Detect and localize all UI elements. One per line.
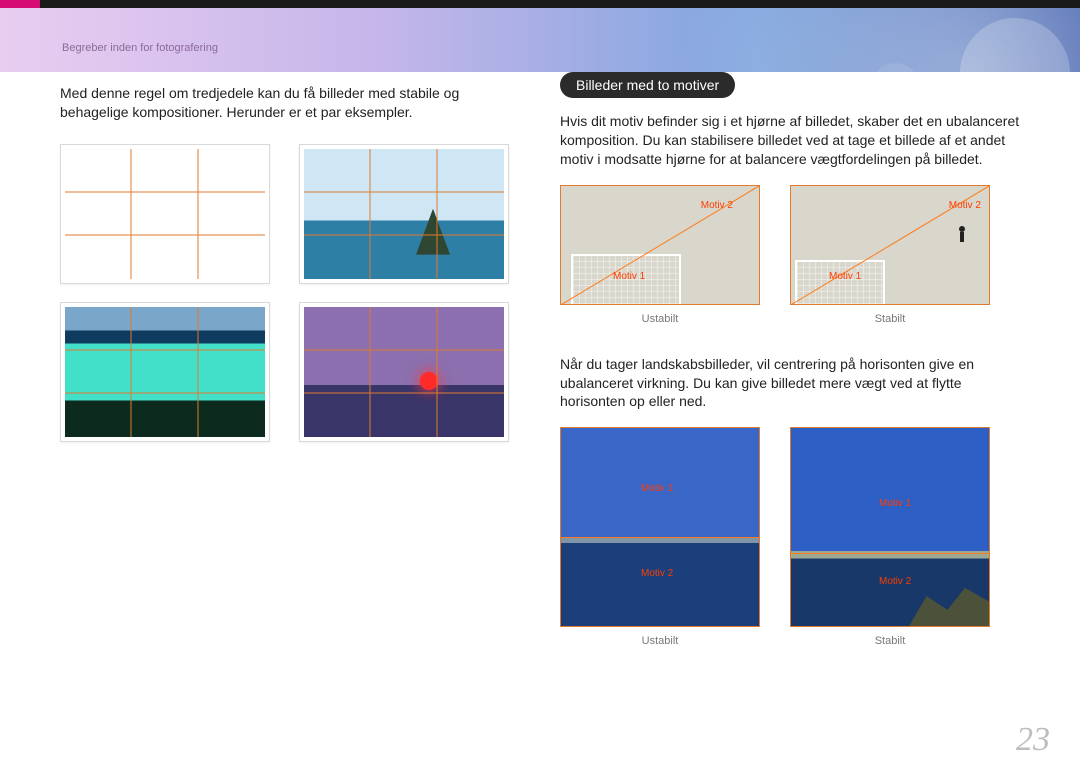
example-card: Motiv 1 Motiv 2 Stabilt <box>790 185 990 325</box>
example-card: Motiv 1 Motiv 2 Ustabilt <box>560 185 760 325</box>
example-thumb <box>299 144 509 284</box>
intro-text: Med denne regel om tredjedele kan du få … <box>60 84 520 122</box>
caption: Ustabilt <box>560 635 760 647</box>
caption: Ustabilt <box>560 313 760 325</box>
caption: Stabilt <box>790 313 990 325</box>
motiv-label: Motiv 1 <box>829 271 861 282</box>
card-image: Motiv 1 Motiv 2 <box>560 427 760 627</box>
thumb-image <box>304 307 504 437</box>
section-heading-pill: Billeder med to motiver <box>560 72 735 98</box>
card-image: Motiv 1 Motiv 2 <box>790 427 990 627</box>
page-body: Med denne regel om tredjedele kan du få … <box>0 72 1080 765</box>
thumb-image <box>65 149 265 279</box>
example-thumb <box>299 302 509 442</box>
rocks-shape <box>909 571 989 626</box>
motiv-label: Motiv 2 <box>879 576 911 587</box>
section-label: Begreber inden for fotografering <box>62 42 218 54</box>
example-thumb <box>60 144 270 284</box>
accent-strip <box>0 0 40 8</box>
card-image: Motiv 1 Motiv 2 <box>790 185 990 305</box>
paragraph: Hvis dit motiv befinder sig i et hjørne … <box>560 112 1030 169</box>
caption: Stabilt <box>790 635 990 647</box>
rule-of-thirds-grid <box>65 307 265 437</box>
thumb-image <box>304 149 504 279</box>
image-pair: Motiv 1 Motiv 2 Ustabilt Motiv 1 Motiv 2… <box>560 427 1030 647</box>
rule-of-thirds-grid <box>304 307 504 437</box>
rule-of-thirds-grid <box>65 149 265 279</box>
paragraph: Når du tager landskabsbilleder, vil cent… <box>560 355 1030 412</box>
motiv-label: Motiv 2 <box>701 200 733 211</box>
motiv-label: Motiv 2 <box>949 200 981 211</box>
card-image: Motiv 1 Motiv 2 <box>560 185 760 305</box>
image-pair: Motiv 1 Motiv 2 Ustabilt Motiv 1 Motiv 2… <box>560 185 1030 325</box>
motiv-label: Motiv 2 <box>641 568 673 579</box>
left-column: Med denne regel om tredjedele kan du få … <box>0 72 540 765</box>
horizon-line <box>561 537 759 538</box>
example-grid <box>60 144 520 442</box>
page-number: 23 <box>1016 721 1050 759</box>
example-card: Motiv 1 Motiv 2 Ustabilt <box>560 427 760 647</box>
motiv-label: Motiv 1 <box>879 498 911 509</box>
example-card: Motiv 1 Motiv 2 Stabilt <box>790 427 990 647</box>
motiv-label: Motiv 1 <box>641 483 673 494</box>
motiv-label: Motiv 1 <box>613 271 645 282</box>
header-gradient: Begreber inden for fotografering <box>0 8 1080 72</box>
right-column: Billeder med to motiver Hvis dit motiv b… <box>540 72 1080 765</box>
rule-of-thirds-grid <box>304 149 504 279</box>
example-thumb <box>60 302 270 442</box>
top-bar <box>0 0 1080 8</box>
thumb-image <box>65 307 265 437</box>
horizon-line <box>791 553 989 554</box>
